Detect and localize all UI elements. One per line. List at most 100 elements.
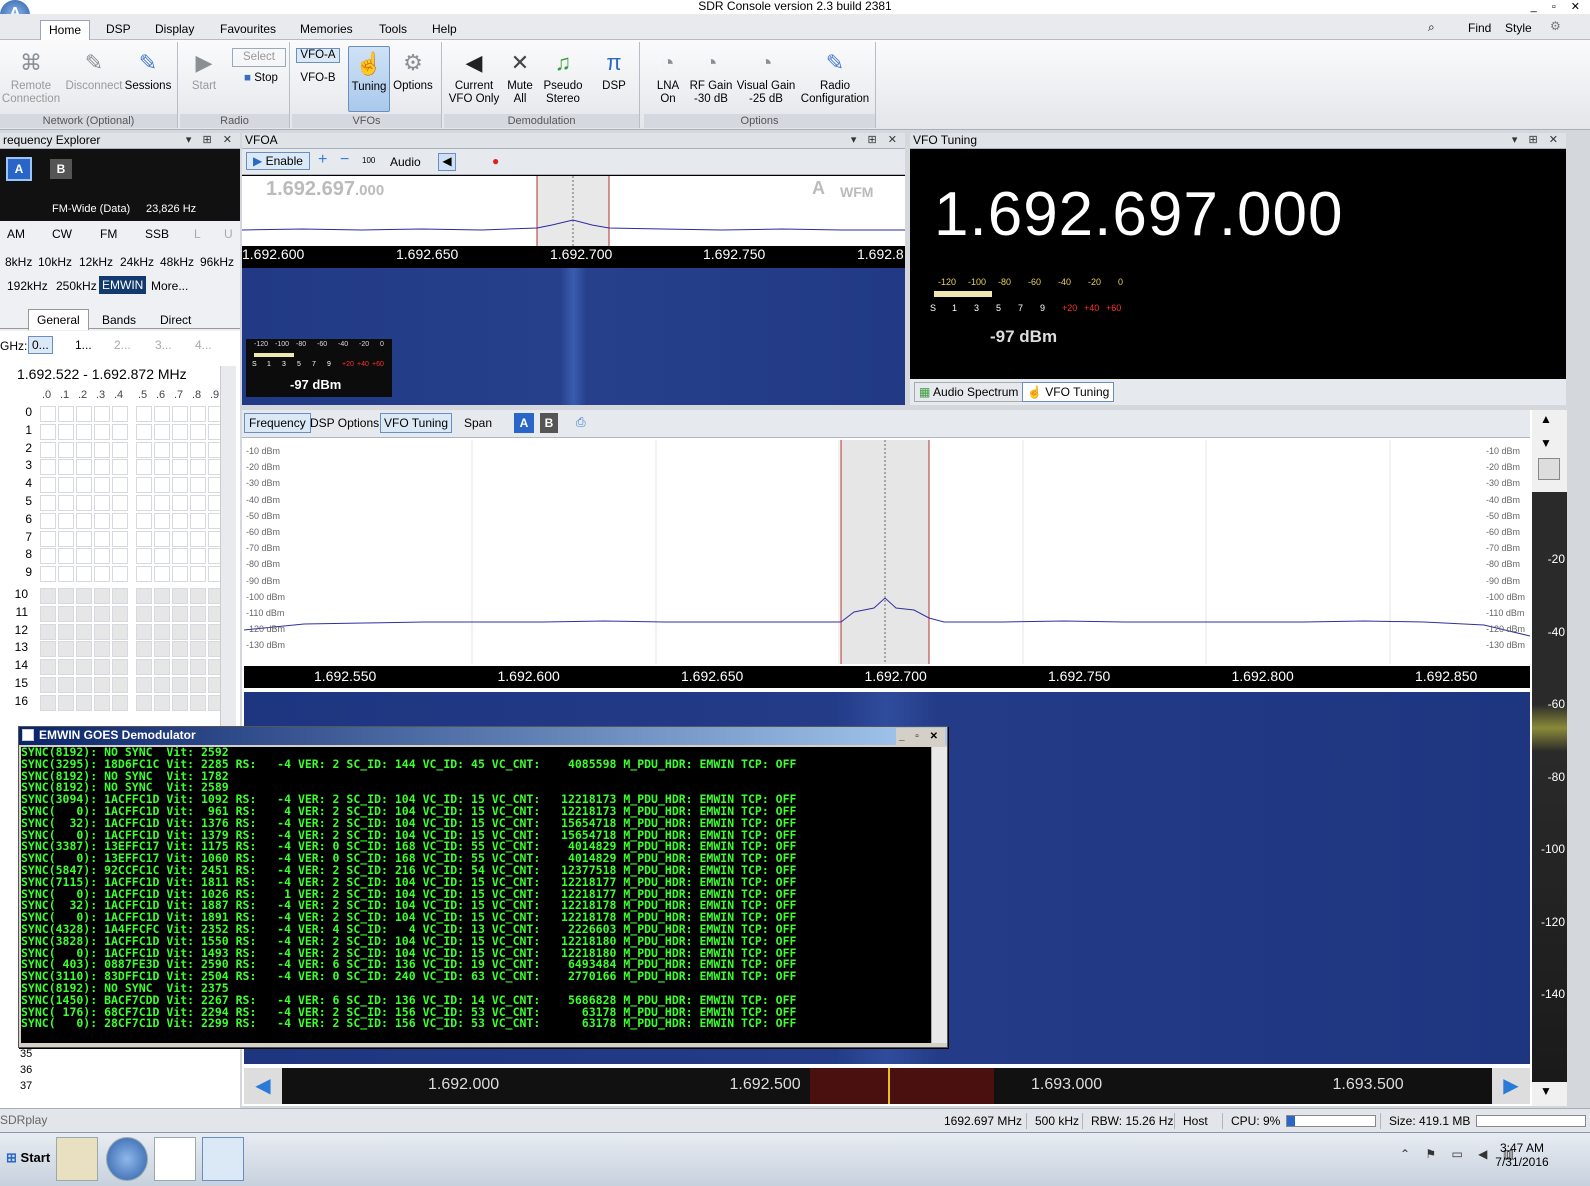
speaker-icon[interactable]: ◀ <box>438 153 456 171</box>
tab-direct[interactable]: Direct <box>148 311 203 329</box>
filter-8khz[interactable]: 8kHz <box>5 255 32 269</box>
tab-dsp[interactable]: DSP <box>98 20 139 40</box>
filter-emwin[interactable]: EMWIN <box>99 276 147 294</box>
tab-audio-spectrum[interactable]: ▦ Audio Spectrum <box>914 382 1024 402</box>
ghz-3-button[interactable]: 3... <box>152 337 175 353</box>
ghz-1-button[interactable]: 1... <box>72 337 95 353</box>
vfo-b-select[interactable]: B <box>540 413 558 433</box>
gear-icon[interactable]: ⚙ <box>1550 19 1561 33</box>
print-icon[interactable]: ⎙ <box>576 415 586 430</box>
main-spectrum[interactable]: -10 dBm -20 dBm -30 dBm -40 dBm -50 dBm -60 d… <box>243 440 1531 664</box>
lna-button[interactable]: ◔ LNA On <box>648 46 688 106</box>
tab-help[interactable]: Help <box>424 20 465 40</box>
dbm-tick: -90 dBm <box>246 575 281 586</box>
tab-home[interactable]: Home <box>40 20 91 40</box>
window-taskbar-icon[interactable] <box>202 1137 244 1181</box>
tab-vfo-tuning[interactable]: ☝ VFO Tuning <box>1022 382 1115 402</box>
vfo-a-select[interactable]: A <box>514 413 534 433</box>
filter-250khz[interactable]: 250kHz <box>56 279 97 293</box>
span-dropdown[interactable]: Span <box>464 416 492 430</box>
stop-button[interactable]: ■ Stop <box>236 72 286 85</box>
record-icon[interactable]: ● <box>492 154 499 168</box>
style-dropdown[interactable]: Style <box>1505 21 1532 35</box>
ghz-4-button[interactable]: 4... <box>192 337 215 353</box>
vfo-b-toggle[interactable]: B <box>50 159 72 179</box>
sdr-console-taskbar-icon[interactable] <box>106 1137 148 1181</box>
enable-button[interactable]: ▶ Enable <box>246 152 310 170</box>
window-controls[interactable]: _ ▫ ✕ <box>1531 0 1586 13</box>
grid-cell <box>76 623 92 640</box>
mode-usb[interactable]: U <box>224 227 233 241</box>
tab-bands[interactable]: Bands <box>90 311 148 329</box>
start-button[interactable]: ⊞ Start <box>0 1143 56 1173</box>
scale-tick: -140 <box>1540 987 1565 1001</box>
panel-controls[interactable]: ▾ ⊞ ✕ <box>186 133 236 148</box>
current-vfo-only-button[interactable]: ◀ Current VFO Only <box>446 46 502 106</box>
vfo-a-button[interactable]: VFO-A <box>296 48 340 63</box>
tab-general[interactable]: General <box>28 309 89 330</box>
ghz-0-button[interactable]: 0... <box>28 336 53 354</box>
remote-connection-button[interactable]: ⌘ Remote Connection <box>0 46 62 106</box>
filter-192khz[interactable]: 192kHz <box>7 279 48 293</box>
pseudo-stereo-button[interactable]: ♫ Pseudo Stereo <box>540 46 586 106</box>
plus-icon[interactable]: + <box>318 151 327 169</box>
disconnect-button[interactable]: ✎ Disconnect <box>64 46 124 93</box>
vfo-b-button[interactable]: VFO-B <box>296 72 340 85</box>
dsp-button[interactable]: π DSP <box>594 46 634 93</box>
down-arrow-icon[interactable]: ▼ <box>1540 1084 1552 1098</box>
sessions-button[interactable]: ✎ Sessions <box>124 46 172 93</box>
panel-controls[interactable]: ▾ ⊞ ✕ <box>851 133 901 148</box>
mode-fm[interactable]: FM <box>100 227 117 241</box>
scroll-right-icon[interactable]: ▶ <box>1492 1068 1530 1104</box>
options-button[interactable]: ⚙ Options <box>390 46 436 93</box>
radio-configuration-button[interactable]: ✎ Radio Configuration <box>796 46 874 106</box>
grid-cell <box>58 694 74 711</box>
vfoa-spectrum[interactable]: 1.692.697.000 A WFM <box>241 176 905 246</box>
tab-memories[interactable]: Memories <box>292 20 361 40</box>
filter-more[interactable]: More... <box>151 279 188 293</box>
tuning-button[interactable]: ☝ Tuning <box>348 46 390 112</box>
filter-48khz[interactable]: 48kHz <box>160 255 194 269</box>
scroll-left-icon[interactable]: ◀ <box>244 1068 282 1104</box>
filter-24khz[interactable]: 24kHz <box>120 255 154 269</box>
search-icon[interactable]: ⌕ <box>1428 20 1435 35</box>
filter-96khz[interactable]: 96kHz <box>200 255 234 269</box>
pi-icon: π <box>606 50 622 75</box>
dialog-controls[interactable]: _ ▫ ✕ <box>895 728 945 745</box>
mode-lsb[interactable]: L <box>194 227 201 241</box>
down-arrow-icon[interactable]: ▼ <box>1540 436 1552 450</box>
mode-ssb[interactable]: SSB <box>145 227 169 241</box>
vfo-tuning-tab[interactable]: VFO Tuning <box>380 413 453 433</box>
visual-gain-button[interactable]: ◔ Visual Gain -25 dB <box>736 46 796 106</box>
filter-10khz[interactable]: 10kHz <box>38 255 72 269</box>
audio-dropdown[interactable]: Audio <box>390 155 421 169</box>
frequency-tab[interactable]: Frequency <box>244 413 311 433</box>
dbm-tick: -10 dBm <box>246 446 281 456</box>
explorer-taskbar-icon[interactable] <box>56 1137 98 1181</box>
vfo-tuning-frequency[interactable]: 1.692.697.000 <box>934 179 1344 250</box>
find-button[interactable]: Find <box>1468 21 1491 35</box>
band-scroller[interactable]: ◀ ▶ 1.692.000 1.692.500 1.693.000 1.693.500 <box>244 1068 1530 1104</box>
start-button[interactable]: ▶ Start <box>184 46 224 93</box>
clock[interactable]: 3:47 AM 7/31/2016 <box>1492 1141 1552 1169</box>
minus-icon[interactable]: − <box>340 151 349 169</box>
mode-cw[interactable]: CW <box>52 227 72 241</box>
dsp-options-tab[interactable]: DSP Options <box>310 414 379 432</box>
settings-icon[interactable] <box>1538 458 1560 480</box>
mode-am[interactable]: AM <box>7 227 25 241</box>
filter-12khz[interactable]: 12kHz <box>79 255 113 269</box>
rf-gain-button[interactable]: ◔ RF Gain -30 dB <box>688 46 734 106</box>
tab-tools[interactable]: Tools <box>371 20 415 40</box>
ghz-2-button[interactable]: 2... <box>111 337 134 353</box>
console-scrollbar[interactable] <box>931 747 947 1043</box>
select-button[interactable]: Select <box>232 48 286 67</box>
tab-favourites[interactable]: Favourites <box>212 20 284 40</box>
vfo-a-toggle[interactable]: A <box>6 157 32 181</box>
grid-cell <box>190 623 206 640</box>
tab-display[interactable]: Display <box>147 20 202 40</box>
window-taskbar-icon[interactable] <box>154 1137 196 1181</box>
up-arrow-icon[interactable]: ▲ <box>1540 412 1552 426</box>
panel-controls[interactable]: ▾ ⊞ ✕ <box>1512 133 1562 148</box>
mute-all-button[interactable]: ✕ Mute All <box>502 46 538 106</box>
grid-cell <box>172 477 188 494</box>
